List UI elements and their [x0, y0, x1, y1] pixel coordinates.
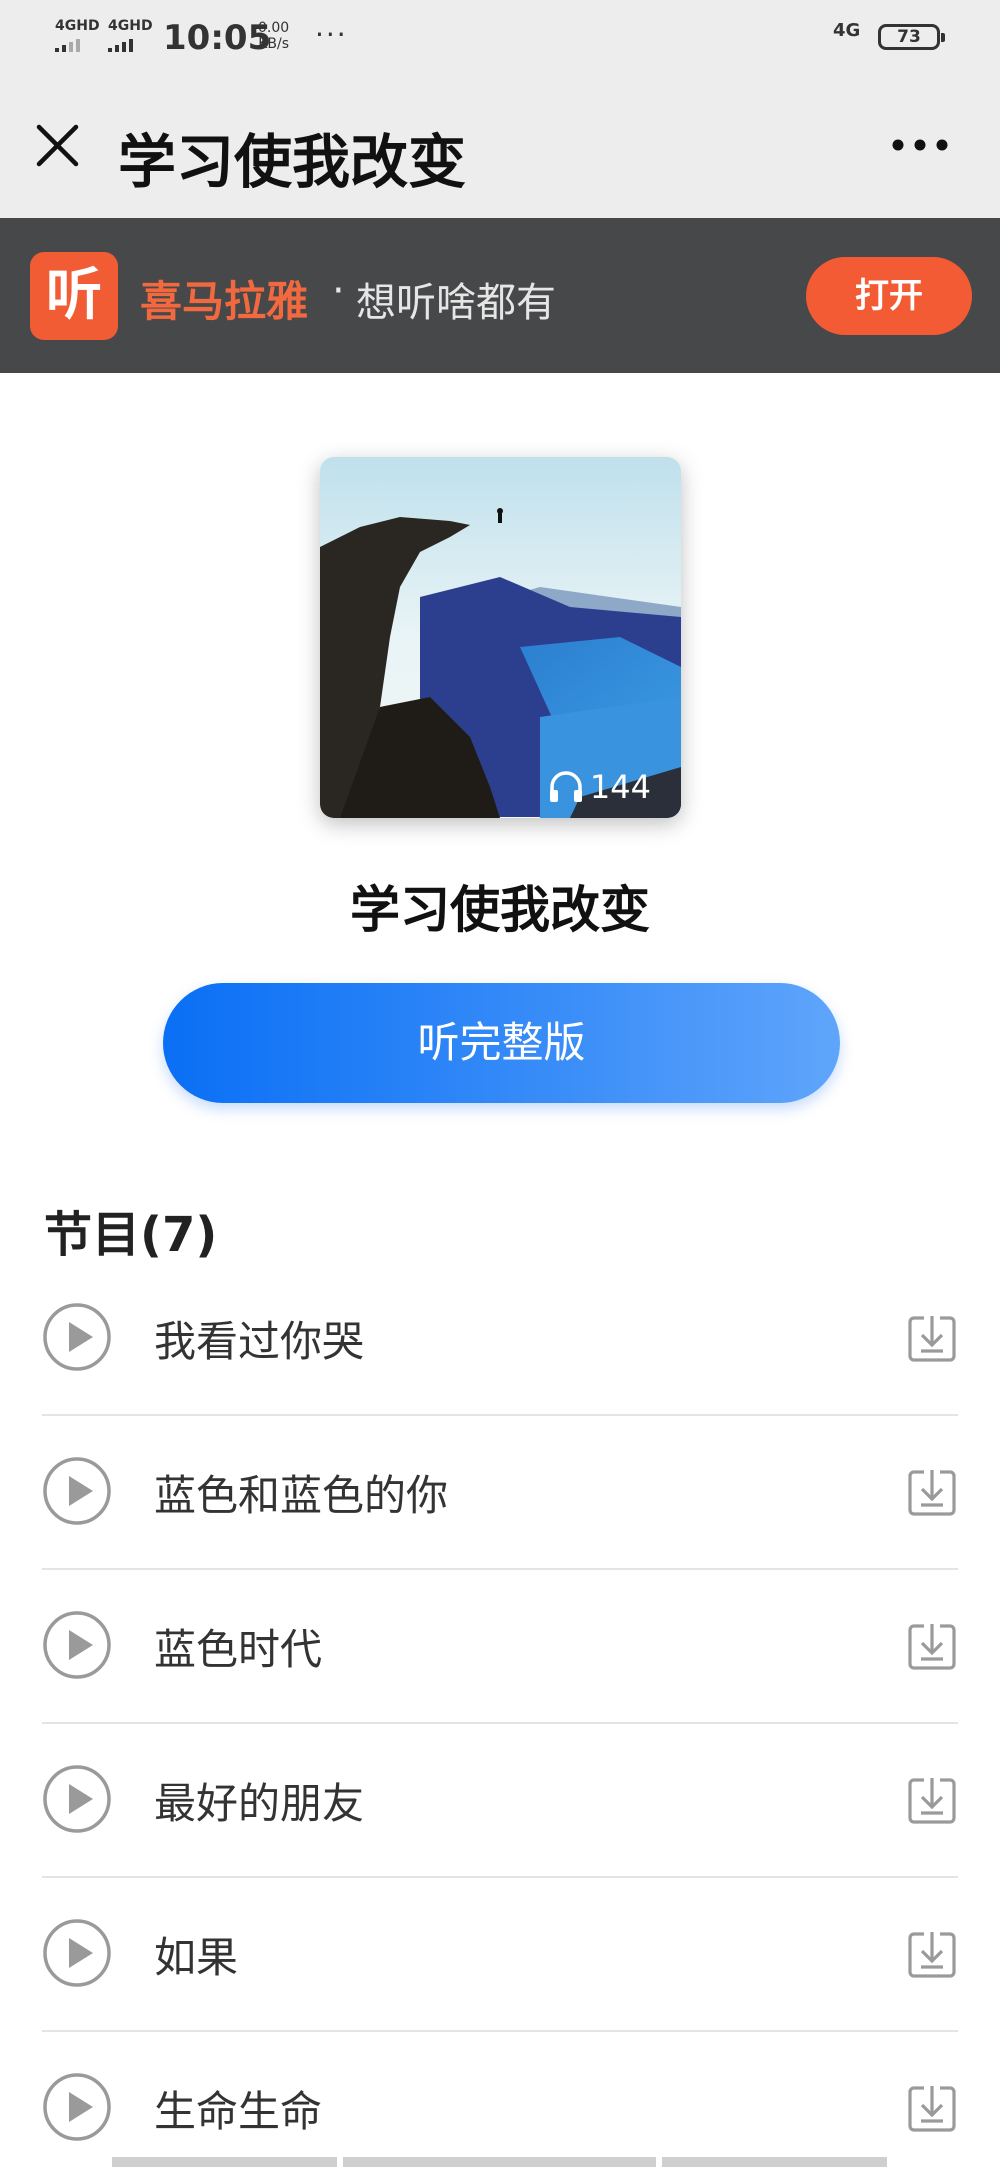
album-title: 学习使我改变	[350, 881, 650, 939]
track-list: 我看过你哭蓝色和蓝色的你 蓝色时代最好的朋友如果生命生命	[0, 1262, 1000, 2184]
brand-separator: ·	[332, 268, 345, 314]
track-name: 我看过你哭	[154, 1317, 365, 1366]
download-icon[interactable]	[906, 1312, 958, 1364]
more-options-icon[interactable]	[890, 135, 950, 155]
app-download-banner: 听 喜马拉雅 · 想听啥都有 打开	[0, 218, 1000, 373]
network-speed: 0.00 KB/s	[258, 20, 289, 52]
network-speed-value: 0.00	[258, 20, 290, 36]
listen-full-version-button[interactable]: 听完整版	[163, 983, 840, 1103]
tracks-section-title: 节目(7)	[44, 1207, 218, 1263]
signal-indicator-2: 4GHD	[108, 18, 153, 52]
play-icon[interactable]	[42, 1302, 112, 1372]
track-name: 如果	[154, 1933, 239, 1982]
signal-label-1: 4GHD	[55, 18, 100, 34]
status-time: 10:05	[163, 18, 272, 58]
nav-bar: 学习使我改变	[0, 75, 1000, 218]
download-icon[interactable]	[906, 1928, 958, 1980]
play-icon[interactable]	[42, 1918, 112, 1988]
track-row[interactable]: 我看过你哭	[42, 1262, 958, 1416]
play-icon[interactable]	[42, 2072, 112, 2142]
track-row[interactable]: 蓝色和蓝色的你	[42, 1416, 958, 1570]
open-app-button[interactable]: 打开	[806, 257, 972, 335]
close-icon[interactable]	[35, 123, 80, 168]
play-icon[interactable]	[42, 1764, 112, 1834]
track-name: 生命生命	[154, 2087, 323, 2136]
album-cover[interactable]: 144	[320, 457, 681, 818]
network-type: 4G	[833, 20, 861, 41]
brand-slogan: 想听啥都有	[356, 280, 556, 326]
track-row[interactable]: 最好的朋友	[42, 1724, 958, 1878]
play-count-value: 144	[589, 768, 651, 806]
track-row[interactable]: 蓝色时代	[42, 1570, 958, 1724]
download-icon[interactable]	[906, 1620, 958, 1672]
battery-icon: 73	[878, 24, 945, 50]
play-icon[interactable]	[42, 1456, 112, 1526]
status-more-icon: ···	[315, 18, 348, 51]
download-icon[interactable]	[906, 1466, 958, 1518]
status-bar: 4GHD 4GHD 10:05 0.00 KB/s ··· 4G 73	[0, 0, 1000, 75]
track-name: 蓝色和蓝色的你	[154, 1471, 449, 1520]
bottom-tab-indicator	[112, 2157, 337, 2167]
bottom-tab-indicator	[662, 2157, 887, 2167]
signal-label-2: 4GHD	[108, 18, 153, 34]
signal-indicator-1: 4GHD	[55, 18, 100, 52]
track-name: 蓝色时代	[154, 1625, 323, 1674]
track-row[interactable]: 如果	[42, 1878, 958, 2032]
cover-image	[320, 457, 681, 818]
bottom-tab-indicator	[343, 2157, 656, 2167]
page-title: 学习使我改变	[118, 128, 467, 196]
download-icon[interactable]	[906, 2082, 958, 2134]
brand-name: 喜马拉雅	[140, 277, 309, 326]
play-count: 144	[548, 768, 651, 806]
app-logo: 听	[30, 252, 118, 340]
track-name: 最好的朋友	[154, 1779, 365, 1828]
network-speed-unit: KB/s	[258, 36, 289, 52]
download-icon[interactable]	[906, 1774, 958, 1826]
headphones-icon	[549, 771, 582, 802]
play-icon[interactable]	[42, 1610, 112, 1680]
